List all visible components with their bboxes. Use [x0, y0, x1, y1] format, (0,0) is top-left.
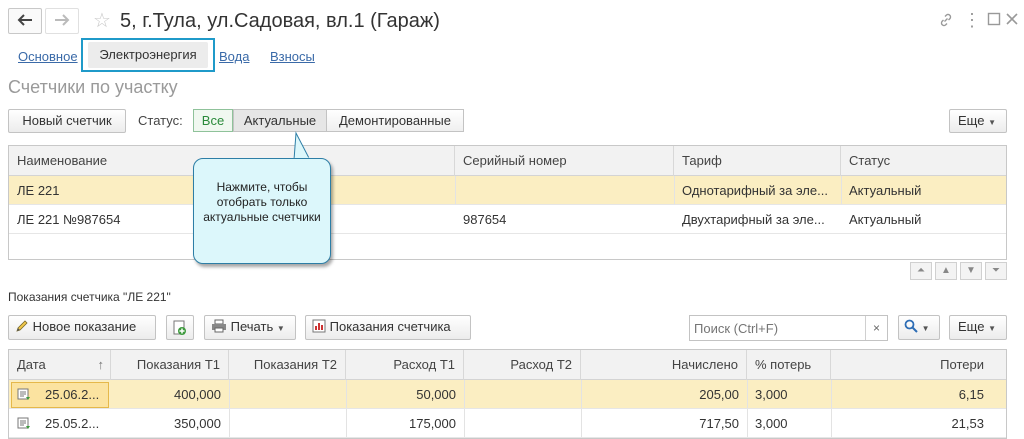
meter-serial-cell: [455, 176, 674, 205]
reading-t2-cell: [229, 409, 346, 438]
arrow-left-icon: [17, 13, 33, 29]
print-button[interactable]: Печать ▼: [204, 315, 296, 340]
status-actual-button[interactable]: Актуальные: [233, 109, 327, 132]
reading-date-cell: 25.05.2...: [45, 416, 100, 431]
column-header-t1[interactable]: Показания Т1: [111, 350, 229, 380]
meter-tariff-cell: Однотарифный за эле...: [682, 183, 828, 198]
search-field[interactable]: ×: [689, 315, 888, 341]
expense-t2-cell: [464, 380, 581, 409]
meter-readings-button[interactable]: Показания счетчика: [305, 315, 471, 340]
scroll-top-icon[interactable]: ⏶: [910, 262, 932, 280]
expense-t1-cell: 175,000: [409, 416, 456, 431]
tab-water[interactable]: Вода: [219, 48, 249, 66]
dropdown-arrow-icon: ▼: [988, 118, 996, 127]
meter-tariff-cell: Двухтарифный за эле...: [682, 212, 825, 227]
column-header-loss-percent[interactable]: % потерь: [747, 350, 831, 380]
column-header-status[interactable]: Статус: [841, 146, 1006, 176]
expense-t1-cell: 50,000: [416, 387, 456, 402]
readings-table-header: Дата ↑ Показания Т1 Показания Т2 Расход …: [9, 350, 1006, 380]
close-icon[interactable]: [1003, 12, 1021, 30]
loss-percent-cell: 3,000: [755, 416, 788, 431]
charged-cell: 205,00: [699, 387, 739, 402]
dropdown-arrow-icon: ▼: [276, 324, 285, 333]
meters-section-title: Счетчики по участку: [8, 77, 178, 97]
loss-percent-cell: 3,000: [755, 387, 788, 402]
kebab-menu-icon[interactable]: ⋮: [963, 11, 981, 30]
expense-t2-cell: [464, 409, 581, 438]
table-row[interactable]: 25.05.2... 350,000 175,000 717,50 3,000 …: [9, 409, 1006, 438]
column-header-date[interactable]: Дата ↑: [9, 350, 111, 380]
column-header-losses[interactable]: Потери: [831, 350, 992, 380]
pencil-icon: [15, 319, 33, 334]
dropdown-arrow-icon: ▼: [988, 324, 996, 333]
new-reading-button[interactable]: Новое показание: [8, 315, 156, 340]
meters-more-button[interactable]: Еще ▼: [949, 109, 1007, 133]
scroll-bottom-icon[interactable]: ⏷: [985, 262, 1007, 280]
meter-status-cell: Актуальный: [849, 183, 922, 198]
print-label: Печать: [230, 319, 274, 334]
printer-icon: [211, 319, 231, 334]
window-title: 5, г.Тула, ул.Садовая, вл.1 (Гараж): [120, 10, 440, 32]
table-row[interactable]: 25.06.2... 400,000 50,000 205,00 3,000 6…: [9, 380, 1006, 409]
reading-date-cell: 25.06.2...: [45, 387, 100, 402]
document-icon: [17, 417, 31, 433]
column-header-serial[interactable]: Серийный номер: [455, 146, 674, 176]
clear-search-icon[interactable]: ×: [865, 316, 887, 340]
column-header-expense-t1[interactable]: Расход Т1: [346, 350, 464, 380]
more-label: Еще: [958, 113, 985, 128]
search-input[interactable]: [690, 316, 860, 340]
meters-table-header: Наименование Серийный номер Тариф Статус: [9, 146, 1006, 176]
more-label: Еще: [958, 319, 985, 334]
status-all-button[interactable]: Все: [193, 109, 233, 132]
date-header-label: Дата: [17, 357, 46, 372]
reading-t1-cell: 350,000: [174, 416, 221, 431]
scroll-up-icon[interactable]: ▲: [935, 262, 957, 280]
status-label: Статус:: [138, 113, 183, 128]
meter-readings-label: Показания счетчика: [329, 319, 451, 334]
hint-tooltip: Нажмите, чтобы отобрать только актуальны…: [193, 158, 331, 264]
meter-status-cell: Актуальный: [849, 212, 922, 227]
meter-serial-cell: 987654: [463, 212, 507, 227]
new-reading-label: Новое показание: [32, 319, 137, 334]
scroll-down-icon[interactable]: ▼: [960, 262, 982, 280]
readings-table: Дата ↑ Показания Т1 Показания Т2 Расход …: [8, 349, 1007, 439]
readings-section-title: Показания счетчика "ЛЕ 221": [8, 290, 171, 304]
tab-main[interactable]: Основное: [18, 48, 78, 66]
report-icon: [312, 319, 330, 334]
favorite-star-icon[interactable]: ☆: [93, 10, 111, 32]
column-header-tariff[interactable]: Тариф: [674, 146, 841, 176]
tab-highlight-frame: [81, 38, 215, 72]
tab-fees[interactable]: Взносы: [270, 48, 315, 66]
table-row[interactable]: ЛЕ 221 Однотарифный за эле... Актуальный: [9, 176, 1006, 205]
charged-cell: 717,50: [699, 416, 739, 431]
add-document-icon: [167, 320, 189, 340]
losses-cell: 6,15: [958, 387, 984, 402]
reading-t2-cell: [229, 380, 346, 409]
status-dismantled-button[interactable]: Демонтированные: [326, 109, 464, 132]
tooltip-pointer: [293, 131, 311, 161]
column-header-t2[interactable]: Показания Т2: [229, 350, 346, 380]
link-icon[interactable]: [937, 12, 955, 30]
add-document-button[interactable]: [166, 315, 194, 340]
losses-cell: 21,53: [951, 416, 984, 431]
dropdown-arrow-icon: ▼: [921, 324, 930, 333]
document-icon: [17, 388, 31, 404]
meters-table: Наименование Серийный номер Тариф Статус…: [8, 145, 1007, 260]
new-meter-button[interactable]: Новый счетчик: [8, 109, 126, 133]
search-options-button[interactable]: ▼: [898, 315, 940, 340]
readings-more-button[interactable]: Еще ▼: [949, 315, 1007, 340]
search-icon: [904, 319, 922, 334]
table-row[interactable]: ЛЕ 221 №987654 987654 Двухтарифный за эл…: [9, 205, 1006, 234]
maximize-icon[interactable]: [985, 12, 1003, 30]
back-button[interactable]: [8, 8, 42, 34]
arrow-right-icon: [54, 13, 70, 29]
sort-ascending-icon: ↑: [97, 357, 105, 372]
forward-button[interactable]: [45, 8, 79, 34]
column-header-charged[interactable]: Начислено: [581, 350, 747, 380]
column-header-expense-t2[interactable]: Расход Т2: [464, 350, 581, 380]
reading-t1-cell: 400,000: [174, 387, 221, 402]
